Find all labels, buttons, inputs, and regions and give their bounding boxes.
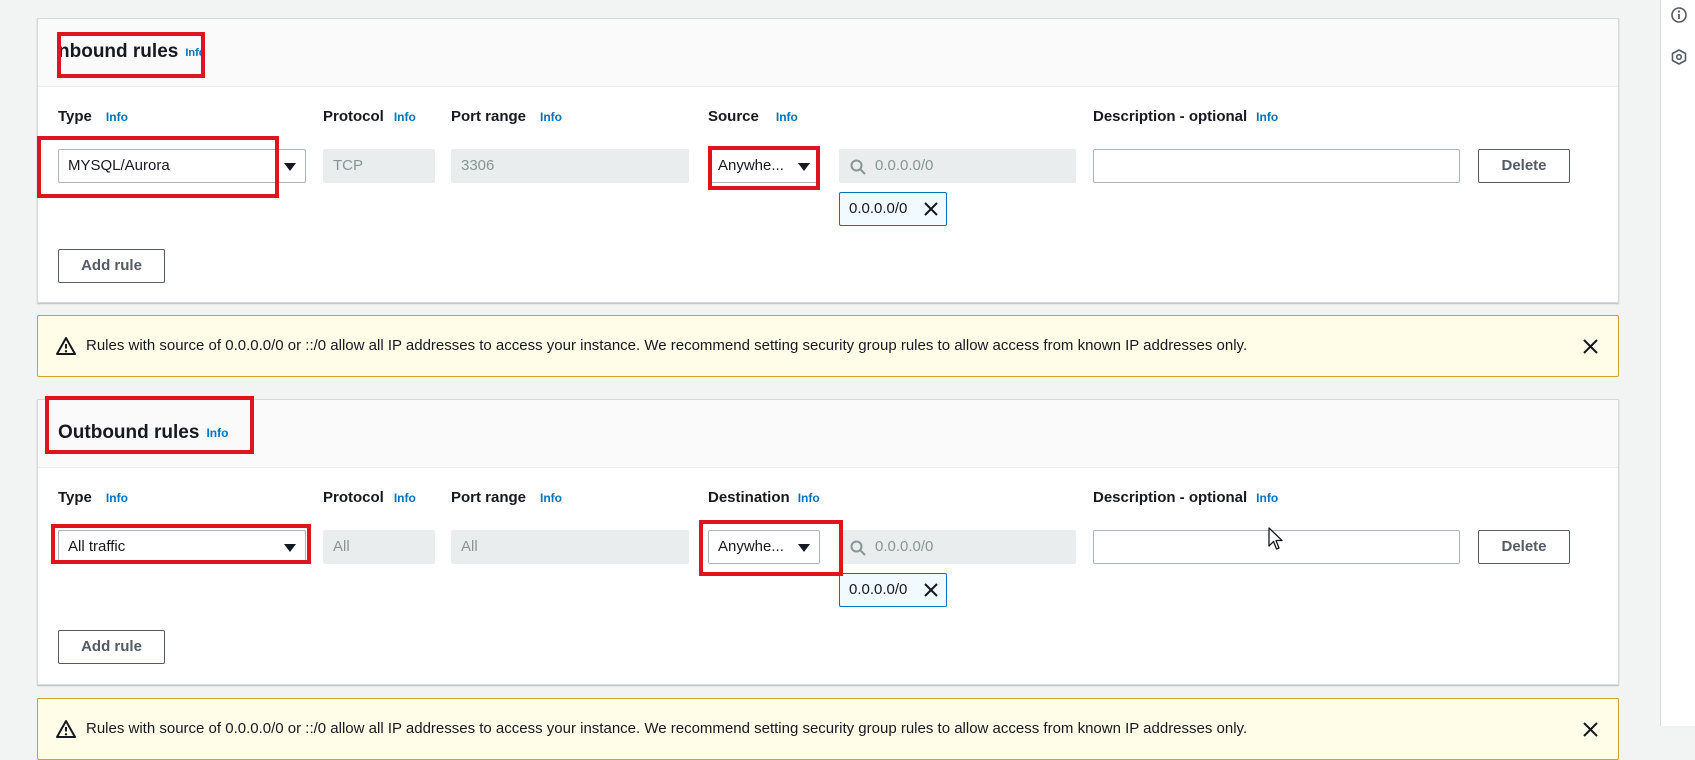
close-icon[interactable] [1583,722,1598,737]
search-icon [850,159,866,175]
outbound-rules-panel: Outbound rules Info Type Info Protocol Info… [37,399,1619,685]
inbound-delete-button[interactable]: Delete [1478,149,1570,183]
inbound-rules-title: nbound rules Info [58,41,206,63]
outbound-rules-title-text: Outbound rules [58,422,200,443]
info-circle-icon[interactable] [1671,7,1687,23]
outbound-type-info-link[interactable]: Info [106,491,128,505]
open-destination-warning: Rules with source of 0.0.0.0/0 or ::/0 a… [37,698,1619,760]
inbound-port-range-header: Port range Info [451,108,563,125]
chevron-down-icon [798,544,810,552]
inbound-source-select[interactable]: Anywhe... [708,149,820,183]
outbound-cidr-token: 0.0.0.0/0 [839,573,947,607]
outbound-destination-info-link[interactable]: Info [798,491,820,505]
outbound-cidr-input[interactable]: 0.0.0.0/0 [839,530,1076,564]
warning-triangle-icon [56,720,76,738]
warning-triangle-icon [56,337,76,355]
outbound-port-range-field: All [451,530,689,564]
outbound-port-range-info-link[interactable]: Info [540,491,562,505]
outbound-add-rule-button[interactable]: Add rule [58,630,165,664]
inbound-add-rule-button[interactable]: Add rule [58,249,165,283]
outbound-rules-header: Outbound rules Info [38,400,1618,468]
right-utility-bar [1660,0,1695,726]
inbound-cidr-token: 0.0.0.0/0 [839,192,947,226]
outbound-description-info-link[interactable]: Info [1256,491,1278,505]
chevron-down-icon [798,163,810,171]
inbound-type-select[interactable]: MYSQL/Aurora [58,149,306,183]
inbound-protocol-info-link[interactable]: Info [394,110,416,124]
chevron-down-icon [284,544,296,552]
outbound-protocol-header: Protocol Info [323,489,416,506]
main-content: nbound rules Info Type Info Protocol Info P… [0,0,1660,760]
outbound-delete-button[interactable]: Delete [1478,530,1570,564]
outbound-protocol-field: All [323,530,435,564]
inbound-rules-title-text: nbound rules [58,41,179,62]
outbound-type-header: Type Info [58,489,128,506]
outbound-port-range-header: Port range Info [451,489,563,506]
inbound-protocol-field: TCP [323,149,435,183]
inbound-description-info-link[interactable]: Info [1256,110,1278,124]
inbound-rules-info-link[interactable]: Info [185,47,205,59]
close-icon[interactable] [924,583,938,597]
inbound-description-input[interactable] [1093,149,1460,183]
inbound-source-header: Source Info [708,108,798,125]
mouse-cursor-icon [1268,527,1283,550]
outbound-rules-info-link[interactable]: Info [206,426,228,440]
outbound-type-select[interactable]: All traffic [58,530,306,564]
inbound-port-range-info-link[interactable]: Info [540,110,562,124]
outbound-rules-title: Outbound rules Info [58,422,228,444]
inbound-rules-header: nbound rules Info [38,19,1618,87]
inbound-cidr-input[interactable]: 0.0.0.0/0 [839,149,1076,183]
shield-settings-icon[interactable] [1671,49,1687,65]
outbound-destination-select[interactable]: Anywhe... [708,530,820,564]
search-icon [850,540,866,556]
close-icon[interactable] [1583,339,1598,354]
inbound-rules-panel: nbound rules Info Type Info Protocol Info P… [37,18,1619,303]
chevron-down-icon [284,163,296,171]
inbound-type-header: Type Info [58,108,128,125]
inbound-protocol-header: Protocol Info [323,108,416,125]
open-source-warning: Rules with source of 0.0.0.0/0 or ::/0 a… [37,315,1619,377]
close-icon[interactable] [924,202,938,216]
inbound-type-info-link[interactable]: Info [106,110,128,124]
warning-text: Rules with source of 0.0.0.0/0 or ::/0 a… [86,720,1248,737]
outbound-protocol-info-link[interactable]: Info [394,491,416,505]
outbound-description-header: Description - optional Info [1093,489,1279,506]
warning-text: Rules with source of 0.0.0.0/0 or ::/0 a… [86,337,1248,354]
outbound-destination-header: Destination Info [708,489,820,506]
inbound-description-header: Description - optional Info [1093,108,1279,125]
inbound-port-range-field: 3306 [451,149,689,183]
inbound-source-info-link[interactable]: Info [776,110,798,124]
